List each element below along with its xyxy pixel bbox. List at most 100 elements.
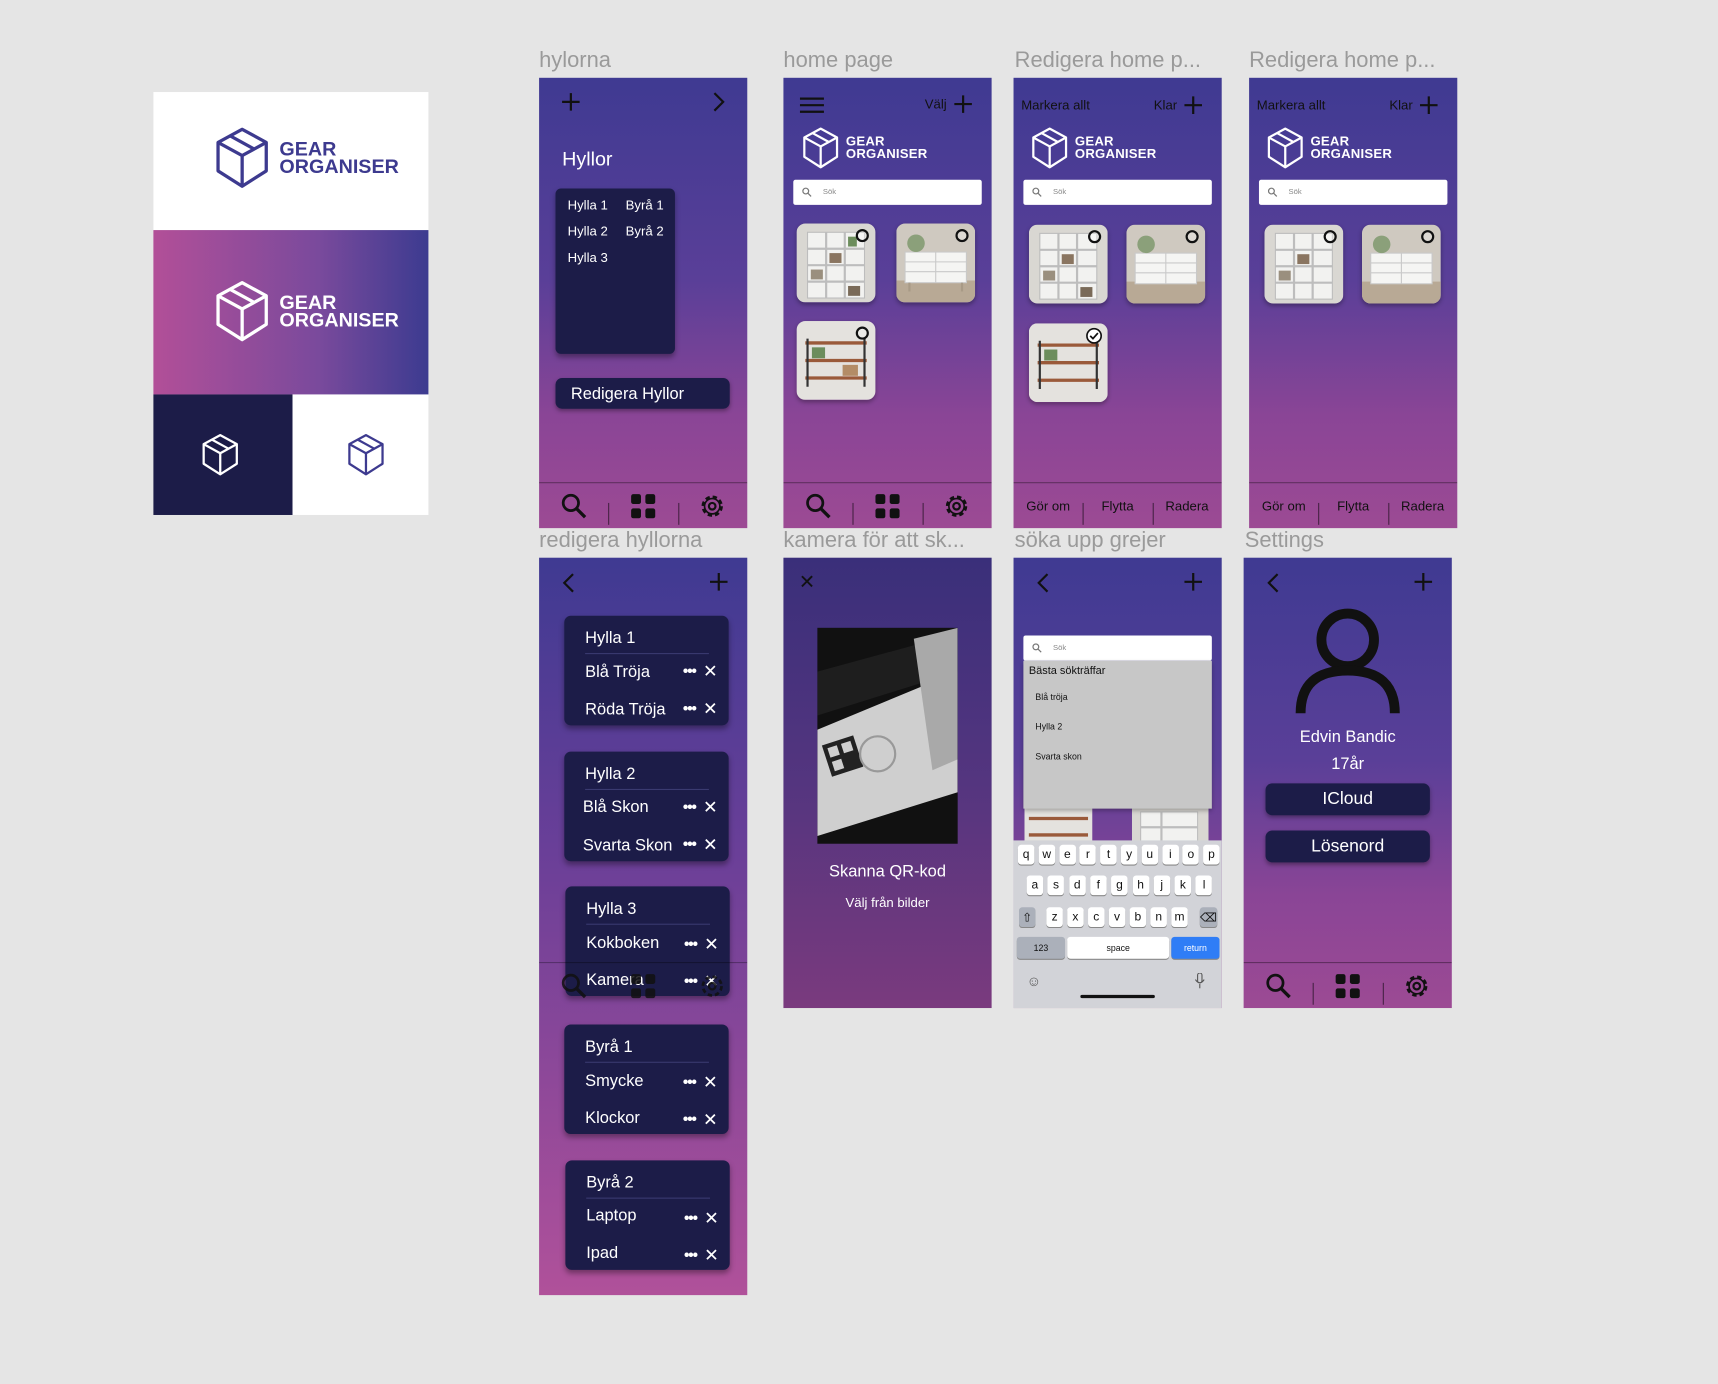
close-icon[interactable]: ✕ bbox=[703, 797, 718, 819]
keyboard-key[interactable]: s bbox=[1047, 875, 1065, 896]
nav-grid[interactable] bbox=[1313, 963, 1382, 1008]
keyboard-key[interactable]: x bbox=[1067, 907, 1084, 927]
keyboard-key[interactable]: c bbox=[1088, 907, 1105, 927]
scan-qr-label[interactable]: Skanna QR-kod bbox=[783, 862, 991, 881]
password-button[interactable]: Lösenord bbox=[1265, 830, 1430, 863]
keyboard-key[interactable]: d bbox=[1068, 875, 1086, 896]
keyboard-key[interactable]: v bbox=[1108, 907, 1126, 927]
list-item[interactable]: Klockor bbox=[585, 1109, 640, 1128]
done-button[interactable]: Klar bbox=[1154, 98, 1177, 113]
shelf-photo-tile[interactable] bbox=[1264, 224, 1344, 304]
close-icon[interactable]: ✕ bbox=[703, 698, 718, 720]
nav-search[interactable] bbox=[783, 483, 852, 528]
list-item[interactable]: Byrå 1 bbox=[626, 197, 664, 212]
numbers-key[interactable]: 123 bbox=[1016, 936, 1066, 959]
keyboard-key[interactable]: j bbox=[1153, 875, 1170, 896]
list-item[interactable]: Hylla 2 bbox=[568, 224, 608, 239]
menu-icon[interactable] bbox=[799, 96, 824, 114]
shelf-photo-tile[interactable] bbox=[1028, 224, 1108, 304]
chevron-left-icon[interactable] bbox=[1037, 572, 1050, 594]
search-input[interactable]: Sök bbox=[1023, 635, 1212, 661]
select-radio[interactable] bbox=[955, 229, 969, 243]
emoji-icon[interactable]: ☺ bbox=[1027, 973, 1042, 989]
done-button[interactable]: Klar bbox=[1389, 98, 1412, 113]
delete-button[interactable]: Radera bbox=[1152, 483, 1221, 528]
select-radio[interactable] bbox=[1185, 230, 1199, 244]
list-item[interactable]: Byrå 2 bbox=[626, 224, 664, 239]
plus-icon[interactable] bbox=[561, 92, 581, 112]
keyboard-key[interactable]: g bbox=[1111, 875, 1128, 896]
shelf-photo-tile[interactable] bbox=[1361, 224, 1441, 304]
nav-grid[interactable] bbox=[608, 483, 677, 528]
select-radio[interactable] bbox=[1088, 230, 1102, 244]
close-icon[interactable]: ✕ bbox=[704, 934, 719, 956]
keyboard-key[interactable]: q bbox=[1017, 844, 1035, 865]
keyboard-key[interactable]: u bbox=[1141, 844, 1158, 865]
move-button[interactable]: Flytta bbox=[1318, 483, 1387, 528]
shelf-photo-tile[interactable] bbox=[1126, 224, 1206, 304]
keyboard-key[interactable]: a bbox=[1026, 875, 1044, 896]
keyboard-key[interactable]: w bbox=[1038, 844, 1055, 865]
delete-button[interactable]: Radera bbox=[1387, 483, 1457, 528]
keyboard-key[interactable]: y bbox=[1120, 844, 1138, 865]
keyboard-key[interactable]: f bbox=[1090, 875, 1107, 896]
more-icon[interactable]: ••• bbox=[684, 935, 698, 953]
close-icon[interactable]: ✕ bbox=[703, 1072, 718, 1094]
keyboard-key[interactable]: h bbox=[1132, 875, 1149, 896]
close-icon[interactable]: ✕ bbox=[703, 661, 718, 683]
select-all-button[interactable]: Markera allt bbox=[1021, 98, 1090, 113]
list-item[interactable]: Smycke bbox=[585, 1072, 643, 1091]
list-item[interactable]: Blå Tröja bbox=[585, 663, 650, 682]
nav-settings[interactable] bbox=[678, 971, 747, 999]
edit-shelves-button[interactable]: Redigera Hyllor bbox=[555, 378, 730, 409]
more-icon[interactable]: ••• bbox=[683, 835, 697, 853]
select-radio[interactable] bbox=[1323, 230, 1337, 244]
more-icon[interactable]: ••• bbox=[683, 699, 697, 717]
nav-settings[interactable] bbox=[1382, 963, 1451, 1008]
list-item[interactable]: Ipad bbox=[586, 1244, 618, 1263]
keyboard-key[interactable]: n bbox=[1150, 907, 1167, 927]
plus-icon[interactable] bbox=[1183, 95, 1203, 115]
keyboard-key[interactable]: k bbox=[1174, 875, 1192, 896]
more-icon[interactable]: ••• bbox=[684, 1246, 698, 1264]
keyboard-key[interactable]: p bbox=[1203, 844, 1220, 865]
nav-search[interactable] bbox=[539, 972, 608, 998]
plus-icon[interactable] bbox=[1183, 572, 1203, 592]
shelf-photo-tile-selected[interactable] bbox=[1028, 323, 1108, 403]
plus-icon[interactable] bbox=[953, 94, 973, 114]
list-item[interactable]: Kokboken bbox=[586, 934, 659, 953]
search-input[interactable]: Sök bbox=[793, 179, 982, 205]
list-item[interactable]: Blå Skon bbox=[583, 798, 649, 817]
plus-icon[interactable] bbox=[1413, 572, 1433, 592]
chevron-left-icon[interactable] bbox=[1267, 572, 1280, 594]
list-item[interactable]: Hylla 1 bbox=[568, 197, 608, 212]
more-icon[interactable]: ••• bbox=[683, 1110, 697, 1128]
search-input[interactable]: Sök bbox=[1023, 179, 1212, 205]
nav-search[interactable] bbox=[539, 483, 608, 528]
undo-button[interactable]: Gör om bbox=[1014, 483, 1083, 528]
keyboard-key[interactable]: r bbox=[1079, 844, 1097, 865]
move-button[interactable]: Flytta bbox=[1082, 483, 1152, 528]
select-all-button[interactable]: Markera allt bbox=[1257, 98, 1326, 113]
list-item[interactable]: Röda Tröja bbox=[585, 700, 665, 719]
more-icon[interactable]: ••• bbox=[684, 1209, 698, 1227]
shelf-photo-tile[interactable] bbox=[796, 223, 876, 303]
search-result-item[interactable]: Blå tröja bbox=[1035, 692, 1067, 702]
keyboard-key[interactable]: e bbox=[1059, 844, 1076, 865]
shelf-photo-tile[interactable] bbox=[896, 223, 976, 303]
plus-icon[interactable] bbox=[709, 572, 729, 592]
search-result-item[interactable]: Svarta skon bbox=[1035, 752, 1081, 762]
more-icon[interactable]: ••• bbox=[683, 798, 697, 816]
search-result-item[interactable]: Hylla 2 bbox=[1035, 722, 1062, 732]
close-icon[interactable]: ✕ bbox=[799, 571, 816, 594]
close-icon[interactable]: ✕ bbox=[704, 1207, 719, 1229]
list-item[interactable]: Svarta Skon bbox=[583, 836, 673, 855]
nav-search[interactable] bbox=[1244, 963, 1313, 1008]
shelf-photo-tile[interactable] bbox=[796, 321, 876, 400]
nav-grid[interactable] bbox=[608, 972, 677, 998]
chevron-right-icon[interactable] bbox=[712, 91, 725, 113]
chevron-left-icon[interactable] bbox=[562, 572, 575, 594]
keyboard-key[interactable]: z bbox=[1046, 907, 1063, 927]
close-icon[interactable]: ✕ bbox=[703, 1109, 718, 1131]
keyboard-key[interactable]: o bbox=[1182, 844, 1200, 865]
